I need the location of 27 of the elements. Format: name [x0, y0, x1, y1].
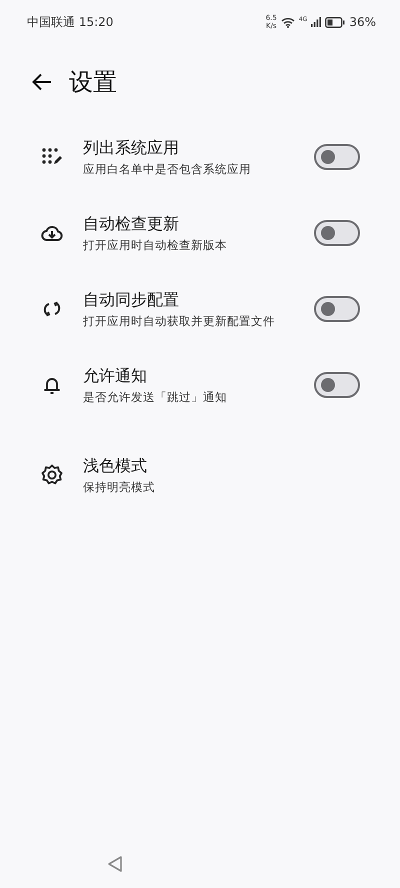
- toggle-switch[interactable]: [314, 296, 360, 322]
- setting-description: 应用白名单中是否包含系统应用: [83, 162, 252, 176]
- cloud-download-icon: [41, 225, 63, 241]
- setting-title: 自动同步配置: [83, 290, 180, 310]
- sync-icon: [43, 301, 61, 317]
- setting-title: 允许通知: [83, 366, 148, 386]
- setting-description: 打开应用时自动检查新版本: [83, 238, 228, 252]
- bell-icon: [44, 376, 60, 394]
- toggle-switch[interactable]: [314, 372, 360, 398]
- carrier-time: 中国联通 15:20: [27, 14, 114, 30]
- setting-description: 保持明亮模式: [83, 480, 156, 494]
- setting-title: 自动检查更新: [83, 214, 180, 234]
- toggle-switch[interactable]: [314, 220, 360, 246]
- signal-icon: [311, 17, 322, 27]
- gear-icon: [41, 464, 63, 486]
- battery-icon: [325, 16, 346, 28]
- back-nav-button[interactable]: [106, 855, 124, 873]
- wifi-icon: [280, 16, 295, 28]
- page-title: 设置: [69, 66, 117, 98]
- dots-pencil-icon: [42, 148, 62, 166]
- setting-title: 列出系统应用: [83, 138, 180, 158]
- setting-description: 打开应用时自动获取并更新配置文件: [83, 314, 276, 328]
- setting-title: 浅色模式: [83, 456, 148, 476]
- toggle-switch[interactable]: [314, 144, 360, 170]
- battery-percent: 36%: [349, 15, 376, 29]
- setting-description: 是否允许发送「跳过」通知: [83, 390, 228, 404]
- back-button[interactable]: [32, 72, 52, 90]
